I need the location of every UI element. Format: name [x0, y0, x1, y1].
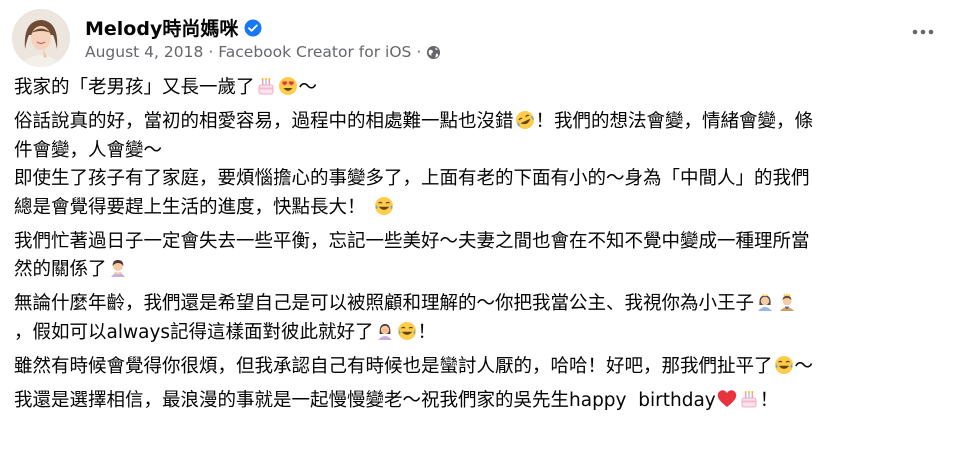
globe-icon[interactable]: [426, 45, 441, 60]
post-text: ！: [759, 389, 779, 411]
paragraph: 雖然有時候會覺得你很煩，但我承認自己有時候也是蠻討人厭的，哈哈！好吧，那我們扯平…: [14, 353, 949, 382]
paragraph: 我們忙著過日子一定會失去一些平衡，忘記一些美好～夫妻之間也會在不知不覺中變成一種…: [14, 228, 949, 285]
post-text: ！: [417, 321, 437, 343]
post-text: 俗話說真的好，當初的相愛容易，過程中的相處難一點也沒錯: [14, 111, 514, 132]
paragraph: 我家的「老男孩」又長一歲了 ～: [14, 74, 949, 103]
post-text: 我還是選擇相信，最浪漫的事就是一起慢慢變老～祝我們家的吳先生happy birt…: [14, 389, 716, 411]
post-date[interactable]: August 4, 2018: [85, 43, 203, 61]
meta-separator: ·: [208, 43, 214, 61]
post-text: ，假如可以always記得這樣面對彼此就好了: [14, 321, 374, 343]
post-body: 我家的「老男孩」又長一歲了 ～ 俗話說真的好，當初的相愛容易，過程中的相處難一點也…: [14, 74, 949, 421]
verified-badge-icon: [244, 19, 262, 37]
person-bowing-icon: [108, 258, 128, 278]
facepalm-icon: [375, 321, 395, 341]
author-name[interactable]: Melody時尚媽咪: [85, 14, 238, 41]
post-header: Melody時尚媽咪 August 4, 2018 · Facebook Cre…: [12, 6, 952, 70]
post-text: ！我們的想法會變，情緒會變，條: [535, 111, 814, 132]
post-meta: August 4, 2018 · Facebook Creator for iO…: [85, 43, 441, 61]
rofl-icon: [515, 110, 535, 130]
paragraph: 俗話說真的好，當初的相愛容易，過程中的相處難一點也沒錯 ！我們的想法會變，情緒會變…: [14, 108, 949, 222]
post-text: 然的關係了: [14, 259, 107, 280]
meta-separator: ·: [416, 43, 422, 61]
princess-icon: [755, 292, 775, 312]
joy-icon: [774, 355, 794, 375]
birthday-cake-icon: [739, 389, 759, 409]
more-options-icon[interactable]: [908, 20, 938, 44]
joy-icon: [374, 196, 394, 216]
post-text: 即使生了孩子有了家庭，要煩惱擔心的事變多了，上面有老的下面有小的～身為「中間人」…: [14, 168, 810, 189]
post-text: ～: [794, 355, 814, 377]
author-line: Melody時尚媽咪: [85, 14, 262, 41]
post-text: 件會變，人會變～: [14, 139, 163, 161]
joy-icon: [397, 321, 417, 341]
post-text: ～: [298, 77, 318, 98]
avatar[interactable]: [12, 9, 70, 67]
paragraph: 無論什麼年齡，我們還是希望自己是可以被照顧和理解的～你把我當公主、我視你為小王子…: [14, 290, 949, 347]
post-text: 我家的「老男孩」又長一歲了: [14, 77, 255, 98]
post-text: 雖然有時候會覺得你很煩，但我承認自己有時候也是蠻討人厭的，哈哈！好吧，那我們扯平…: [14, 355, 773, 377]
red-heart-icon: [717, 389, 737, 409]
heart-eyes-icon: [278, 76, 298, 96]
post-text: 無論什麼年齡，我們還是希望自己是可以被照顧和理解的～你把我當公主、我視你為小王子: [14, 293, 755, 314]
paragraph: 我還是選擇相信，最浪漫的事就是一起慢慢變老～祝我們家的吳先生happy birt…: [14, 387, 949, 416]
post-source: Facebook Creator for iOS: [218, 43, 412, 61]
post-text: 我們忙著過日子一定會失去一些平衡，忘記一些美好～夫妻之間也會在不知不覺中變成一種…: [14, 230, 810, 252]
birthday-cake-icon: [256, 76, 276, 96]
post-text: 總是會覺得要趕上生活的進度，快點長大！: [14, 196, 366, 218]
prince-icon: [777, 292, 797, 312]
